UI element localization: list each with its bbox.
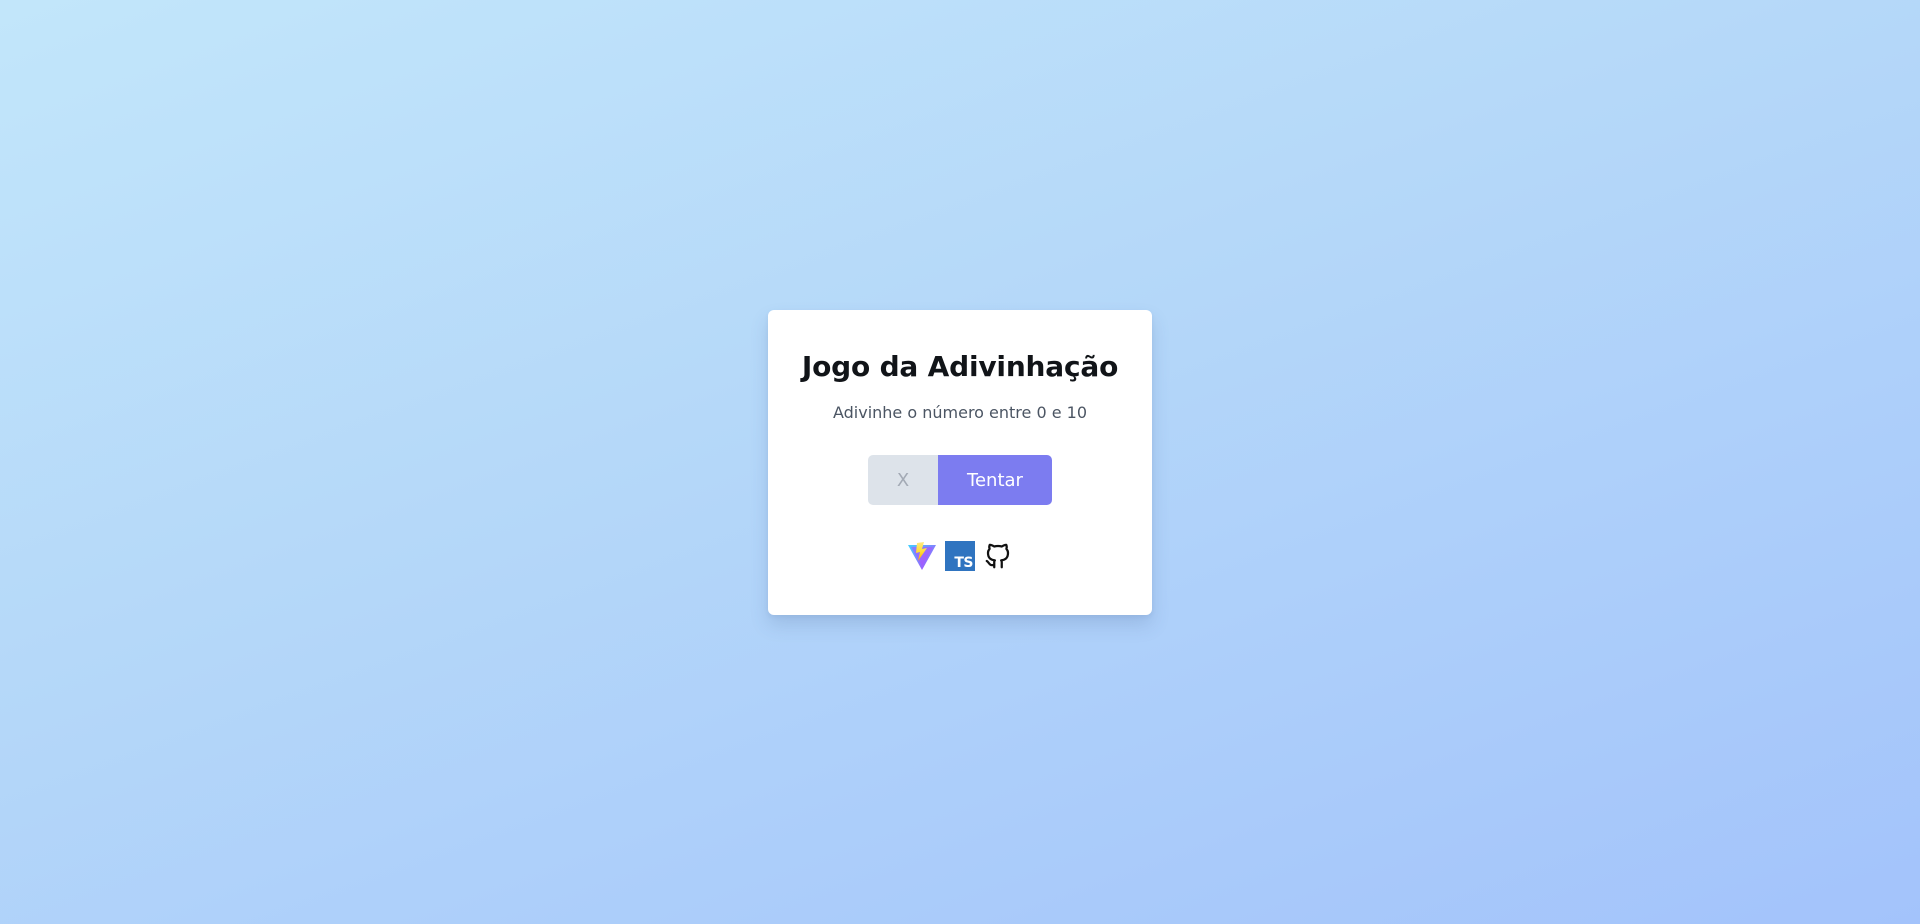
page-title: Jogo da Adivinhação [801, 350, 1119, 383]
game-card: Jogo da Adivinhação Adivinhe o número en… [768, 310, 1152, 615]
vite-icon [907, 542, 937, 575]
vite-link[interactable] [907, 541, 937, 571]
tech-icons: TS [768, 540, 1152, 572]
typescript-icon: TS [945, 541, 975, 571]
try-button[interactable]: Tentar [938, 455, 1052, 505]
typescript-link[interactable]: TS [945, 541, 975, 571]
guess-form: Tentar [868, 455, 1052, 505]
github-icon [983, 543, 1013, 575]
instructions-text: Adivinhe o número entre 0 e 10 [832, 403, 1088, 422]
github-link[interactable] [983, 541, 1013, 571]
guess-input[interactable] [868, 455, 938, 505]
typescript-icon-label: TS [954, 555, 973, 571]
